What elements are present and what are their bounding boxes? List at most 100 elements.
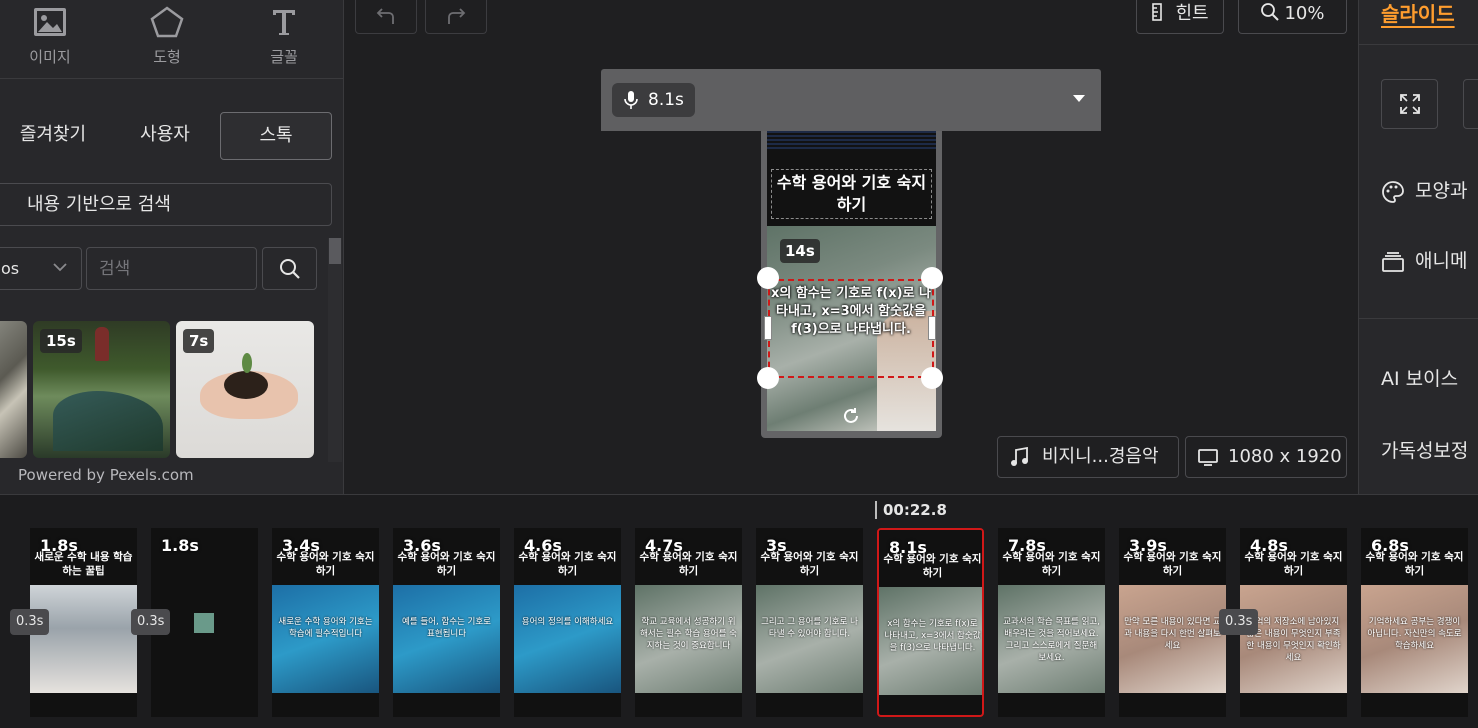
timeline-clip[interactable]: 수학 용어와 기호 숙지하기 학교 교육에서 성공하기 위해서는 필수 학습 용어… xyxy=(635,528,742,717)
tool-shape[interactable]: 도형 xyxy=(122,0,212,78)
clip-duration: 3.4s xyxy=(282,536,320,555)
menu-shape-style[interactable]: 모양과 xyxy=(1381,176,1467,204)
clip-duration: 1.8s xyxy=(161,536,199,555)
tab-user[interactable]: 사용자 xyxy=(112,112,218,160)
zoom-label: 10% xyxy=(1284,3,1325,24)
clip-duration: 1.8s xyxy=(40,536,78,555)
select-value: os xyxy=(1,259,20,278)
divider xyxy=(1359,318,1478,319)
fullscreen-button[interactable] xyxy=(1381,79,1438,129)
resize-handle-left[interactable] xyxy=(764,316,772,340)
rotate-icon[interactable] xyxy=(842,407,860,425)
timeline-clip[interactable]: 수학 용어와 기호 숙지하기 예를 들어, 함수는 기호로 표현됩니다 3.6s xyxy=(393,528,500,717)
thumbnail-soil xyxy=(224,371,268,399)
scrollbar-thumb[interactable] xyxy=(329,238,341,264)
menu-animation[interactable]: 애니메 xyxy=(1381,246,1467,274)
voice-bar[interactable]: 8.1s xyxy=(601,69,1101,131)
palette-icon xyxy=(1382,180,1404,203)
tool-text[interactable]: 글꼴 xyxy=(239,0,329,78)
voice-duration-chip[interactable]: 8.1s xyxy=(612,83,695,117)
music-label: 비지니...경음악 xyxy=(1042,446,1159,467)
tool-image[interactable]: 이미지 xyxy=(5,0,95,78)
background-music-button[interactable]: 비지니...경음악 xyxy=(997,436,1179,478)
transition-chip[interactable]: 0.3s xyxy=(1219,609,1259,635)
undo-icon xyxy=(376,7,394,24)
redo-icon xyxy=(448,7,466,24)
thumbnail-figure xyxy=(95,327,109,361)
menu-readability[interactable]: 가독성보정 xyxy=(1381,436,1468,463)
thumbnail-duration: 15s xyxy=(40,329,82,353)
transition-chip[interactable]: 0.3s xyxy=(10,609,50,635)
tool-bar: 이미지 도형 글꼴 xyxy=(0,0,344,78)
timeline-clip[interactable]: 수학 용어와 기호 숙지하기 교과서의 학습 목표를 읽고, 배우려는 것을 적어… xyxy=(998,528,1105,717)
clip-icon xyxy=(194,613,214,633)
clip-duration: 7.8s xyxy=(1008,536,1046,555)
caret-down-icon[interactable] xyxy=(1073,95,1085,102)
stock-thumbnail[interactable] xyxy=(0,321,27,458)
menu-label: 애니메 xyxy=(1415,250,1468,272)
resolution-button[interactable]: 1080 x 1920 xyxy=(1185,436,1347,478)
clip-thumbnail xyxy=(30,585,137,693)
tab-stock[interactable]: 스톡 xyxy=(220,112,332,160)
timeline-clip[interactable]: 수학 용어와 기호 숙지하기 새로운 수학 용어와 기호는 학습에 필수적입니다 3… xyxy=(272,528,379,717)
divider xyxy=(1359,44,1478,45)
timeline-clip[interactable]: 수학 용어와 기호 숙지하기 그리고 그 용어를 기호로 나타낼 수 있어야 합니… xyxy=(756,528,863,717)
resize-handle-top-right[interactable] xyxy=(921,267,943,289)
scrollbar[interactable] xyxy=(328,238,342,462)
search-icon xyxy=(279,258,300,279)
resize-handle-bottom-right[interactable] xyxy=(921,367,943,389)
tool-label: 도형 xyxy=(153,48,181,66)
tool-label: 이미지 xyxy=(29,48,71,66)
layers-icon xyxy=(1382,251,1404,272)
stock-thumbnail[interactable]: 15s xyxy=(33,321,170,458)
pexels-credit[interactable]: Powered by Pexels.com xyxy=(18,466,194,484)
clip-duration: 4.7s xyxy=(645,536,683,555)
clip-text: 그리고 그 용어를 기호로 나타낼 수 있어야 합니다. xyxy=(761,617,858,639)
slide-preview[interactable]: 수학 용어와 기호 숙지하기 14s x의 함수는 기호로 f(x)로 나타내고… xyxy=(761,131,942,438)
source-tabs: 즐겨찾기 사용자 스톡 xyxy=(0,112,344,160)
redo-button[interactable] xyxy=(425,0,487,34)
clip-thumbnail xyxy=(151,585,258,693)
thumbnail-sprout xyxy=(242,353,252,373)
text-icon xyxy=(239,6,329,38)
timeline-clip[interactable]: 수학 용어와 기호 숙지하기 용어의 정의를 이해하세요 4.6s xyxy=(514,528,621,717)
resize-handle-right[interactable] xyxy=(928,316,936,340)
clip-duration: 3.6s xyxy=(403,536,441,555)
more-button[interactable] xyxy=(1463,79,1478,129)
hint-button[interactable]: 힌트 xyxy=(1136,0,1224,34)
chevron-down-icon xyxy=(53,263,67,272)
timeline-clip[interactable]: 수학 용어와 기호 숙지하기 만약 모른 내용이 있다면 교과 내용을 다시 한번… xyxy=(1119,528,1226,717)
clip-text: 교과서의 학습 목표를 읽고, 배우려는 것을 적어보세요. 그리고 스스로에게… xyxy=(1003,617,1100,663)
zoom-button[interactable]: 10% xyxy=(1238,0,1347,34)
clip-text: 새로운 수학 용어와 기호는 학습에 필수적입니다 xyxy=(278,617,373,639)
clip-text: 예를 들어, 함수는 기호로 표현됩니다 xyxy=(401,617,491,639)
zoom-icon xyxy=(1261,3,1280,21)
resize-handle-bottom-left[interactable] xyxy=(757,367,779,389)
media-type-select[interactable]: os xyxy=(0,247,82,290)
stock-thumbnail[interactable]: 7s xyxy=(176,321,314,458)
playhead-time: 00:22.8 xyxy=(875,501,947,519)
timeline[interactable]: 00:22.8 새로운 수학 내용 학습하는 꿀팁 1.8s 1.8s 수학 용어와 … xyxy=(0,494,1478,728)
tab-slide[interactable]: 슬라이드 xyxy=(1381,0,1455,27)
clip-duration: 3s xyxy=(766,536,787,555)
search-input[interactable] xyxy=(86,247,257,290)
music-note-icon xyxy=(1011,447,1028,466)
preview-canvas: 수학 용어와 기호 숙지하기 14s x의 함수는 기호로 f(x)로 나타내고… xyxy=(767,131,936,431)
tab-favorites[interactable]: 즐겨찾기 xyxy=(0,112,106,160)
preview-title[interactable]: 수학 용어와 기호 숙지하기 xyxy=(771,169,932,219)
content-search-button[interactable]: 내용 기반으로 검색 xyxy=(0,183,332,226)
menu-ai-voice[interactable]: AI 보이스 xyxy=(1381,364,1458,391)
transition-chip[interactable]: 0.3s xyxy=(131,609,171,635)
timeline-clip[interactable]: 수학 용어와 기호 숙지하기 x의 함수는 기호로 f(x)로 나타내고, x=3… xyxy=(877,528,984,717)
clip-text: x의 함수는 기호로 f(x)로 나타내고, x=3에서 함숫값을 f(3)으로… xyxy=(884,619,981,653)
clip-text: 만약 모른 내용이 있다면 교과 내용을 다시 한번 살펴보세요 xyxy=(1124,617,1221,651)
preview-text-box[interactable]: x의 함수는 기호로 f(x)로 나타내고, x=3에서 함숫값을 f(3)으로… xyxy=(768,279,934,378)
search-button[interactable] xyxy=(262,247,317,290)
left-panel: 이미지 도형 글꼴 즐겨찾기 사용자 스톡 내용 기반으로 검색 os 검색 1… xyxy=(0,0,344,494)
image-icon xyxy=(5,6,95,38)
resize-handle-top-left[interactable] xyxy=(757,267,779,289)
timeline-clip[interactable]: 수학 용어와 기호 숙지하기 기억하세요 공부는 경쟁이 아닙니다. 자신만의 속… xyxy=(1361,528,1468,717)
clip-duration: 4.8s xyxy=(1250,536,1288,555)
undo-button[interactable] xyxy=(355,0,417,34)
tool-label: 글꼴 xyxy=(270,48,298,66)
